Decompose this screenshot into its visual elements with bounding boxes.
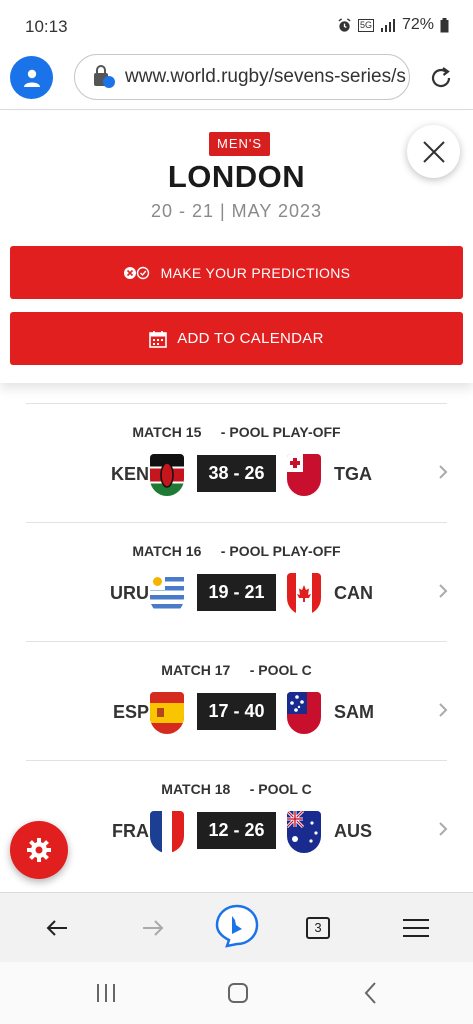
make-predictions-button[interactable]: MAKE YOUR PREDICTIONS — [10, 246, 463, 299]
match-label: MATCH 17 - POOL C — [161, 662, 312, 678]
battery-icon — [440, 17, 449, 32]
browser-address-bar: www.world.rugby/sevens-series/s — [0, 52, 473, 110]
australia-flag-icon — [287, 811, 321, 853]
match-label: MATCH 18 - POOL C — [161, 781, 312, 797]
score: 38 - 26 — [197, 455, 276, 492]
user-icon — [23, 69, 40, 87]
score: 12 - 26 — [197, 812, 276, 849]
score: 19 - 21 — [197, 574, 276, 611]
recent-apps-icon — [97, 984, 115, 1002]
event-dates: 20 - 21 | MAY 2023 — [150, 201, 323, 221]
alarm-icon — [338, 17, 351, 32]
close-icon — [422, 140, 445, 163]
tonga-flag-icon — [287, 454, 321, 496]
add-to-calendar-label: ADD TO CALENDAR — [177, 330, 324, 347]
bing-icon — [215, 904, 259, 948]
browser-toolbar: 3 — [0, 892, 473, 962]
canada-flag-icon — [287, 573, 321, 615]
network-type: 5G — [357, 18, 374, 32]
arrow-left-icon — [46, 920, 67, 936]
samoa-flag-icon — [287, 692, 321, 734]
home-team: FRA — [112, 821, 149, 841]
event-header: MEN'S LONDON 20 - 21 | MAY 2023 MAKE YOU… — [0, 111, 473, 383]
event-title: LONDON — [167, 159, 306, 194]
reload-button[interactable] — [427, 64, 455, 92]
calendar-icon — [149, 330, 168, 348]
chevron-right-icon[interactable] — [437, 582, 449, 600]
signal-icon — [380, 19, 395, 32]
arrow-right-icon — [143, 920, 164, 936]
reload-icon — [431, 67, 451, 88]
system-nav-bar — [0, 962, 473, 1024]
match-label: MATCH 16 - POOL PLAY-OFF — [132, 543, 341, 559]
menu-button[interactable] — [396, 909, 436, 947]
profile-button[interactable] — [10, 56, 53, 99]
forward-button[interactable] — [133, 909, 173, 947]
bing-chat-button[interactable] — [214, 903, 260, 949]
status-time: 10:13 — [25, 17, 68, 36]
hamburger-menu-icon — [403, 919, 429, 937]
status-bar: 10:13 5G 72% — [0, 0, 473, 52]
chevron-right-icon[interactable] — [437, 701, 449, 719]
uruguay-flag-icon — [150, 573, 184, 615]
match-row[interactable]: MATCH 18 - POOL C FRA 12 - 26 AUS — [26, 760, 449, 879]
away-team: AUS — [334, 821, 373, 841]
kenya-flag-icon — [150, 454, 184, 496]
status-icons: 5G 72% — [337, 16, 449, 34]
tabs-button[interactable]: 3 — [298, 909, 338, 947]
spain-flag-icon — [150, 692, 184, 734]
match-row[interactable]: MATCH 17 - POOL C ESP 17 - 40 SAM — [26, 641, 449, 760]
score: 17 - 40 — [197, 693, 276, 730]
settings-fab-button[interactable] — [10, 821, 68, 879]
category-badge: MEN'S — [209, 132, 271, 156]
system-back-button[interactable] — [356, 980, 386, 1006]
away-team: TGA — [334, 464, 372, 484]
recent-apps-button[interactable] — [91, 980, 121, 1006]
away-team: CAN — [334, 583, 373, 603]
home-team: KEN — [110, 464, 149, 484]
close-button[interactable] — [407, 125, 460, 178]
home-team: ESP — [112, 702, 149, 722]
match-list: MATCH 15 - POOL PLAY-OFF KEN 38 - 26 TGA… — [0, 383, 473, 879]
url-field[interactable]: www.world.rugby/sevens-series/s — [74, 54, 410, 100]
site-security-icon[interactable] — [91, 64, 117, 90]
tab-count: 3 — [306, 917, 330, 939]
gear-icon — [27, 838, 51, 862]
back-button[interactable] — [37, 909, 77, 947]
france-flag-icon — [150, 811, 184, 853]
make-predictions-label: MAKE YOUR PREDICTIONS — [160, 264, 351, 281]
match-row[interactable]: MATCH 15 - POOL PLAY-OFF KEN 38 - 26 TGA — [26, 403, 449, 522]
chevron-right-icon[interactable] — [437, 820, 449, 838]
chevron-right-icon[interactable] — [437, 463, 449, 481]
home-button[interactable] — [223, 980, 253, 1006]
match-row[interactable]: MATCH 16 - POOL PLAY-OFF URU 19 - 21 CAN — [26, 522, 449, 641]
url-text: www.world.rugby/sevens-series/s — [125, 66, 406, 87]
battery-level: 72% — [401, 16, 434, 33]
back-chevron-icon — [364, 982, 376, 1004]
add-to-calendar-button[interactable]: ADD TO CALENDAR — [10, 312, 463, 365]
away-team: SAM — [334, 702, 374, 722]
match-label: MATCH 15 - POOL PLAY-OFF — [132, 424, 341, 440]
home-icon — [228, 983, 248, 1003]
predictions-icon — [123, 266, 149, 279]
home-team: URU — [110, 583, 149, 603]
